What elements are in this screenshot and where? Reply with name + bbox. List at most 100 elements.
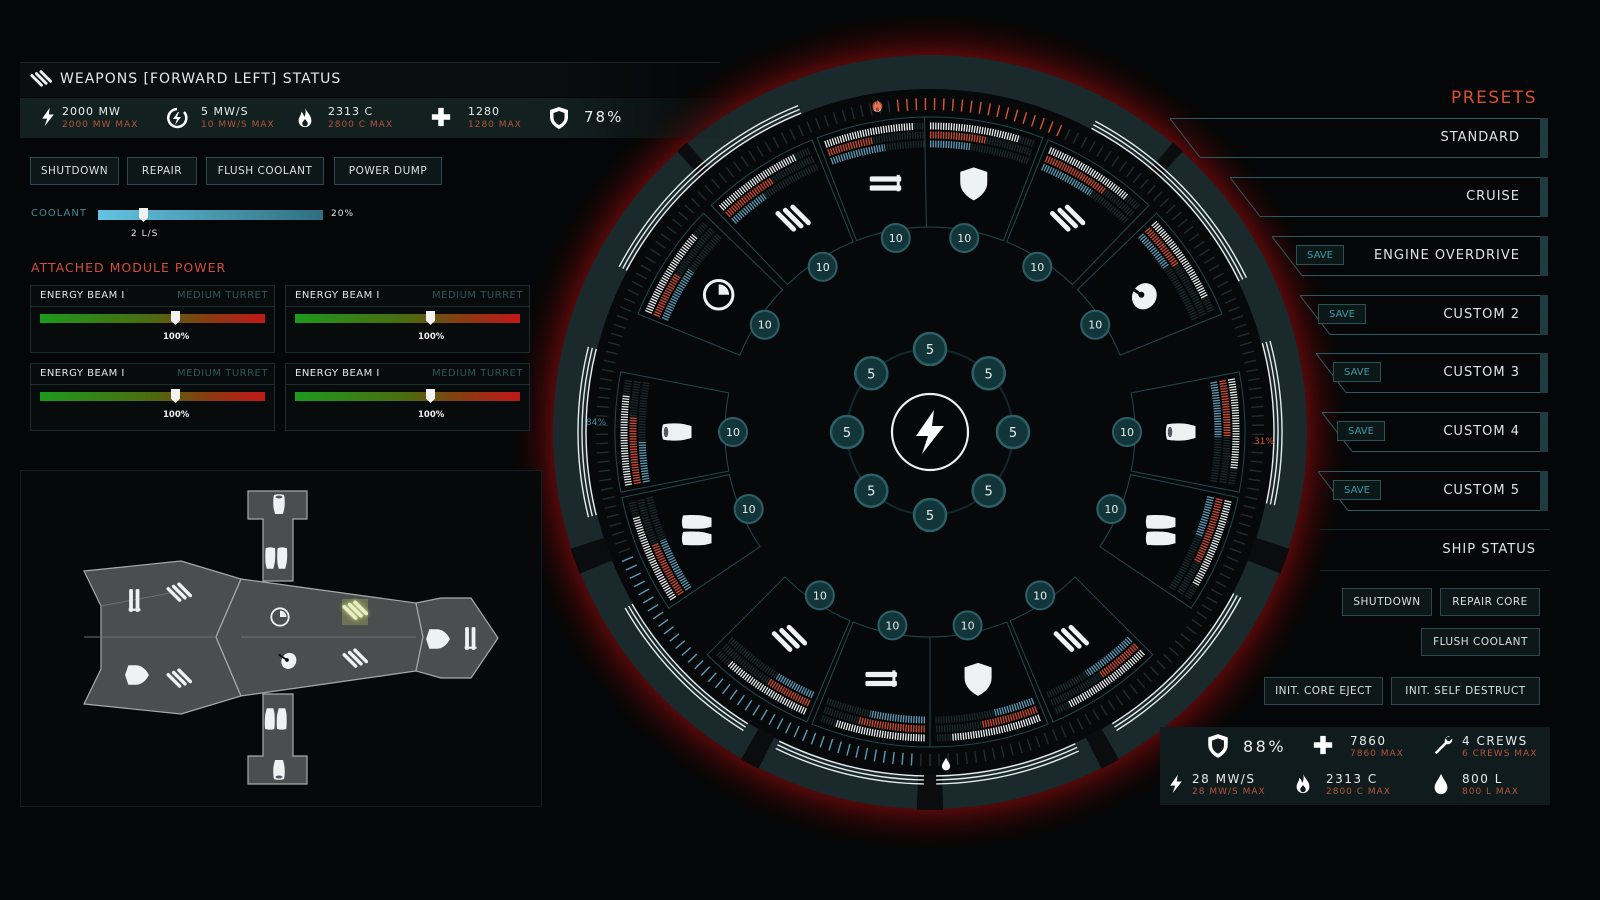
gauge-tick: [942, 98, 945, 111]
stat-value: 2000 MW: [62, 105, 121, 118]
module-power-value: 10: [1104, 503, 1118, 516]
stat-value: 7860: [1350, 734, 1387, 748]
wrench-icon: [1432, 734, 1454, 756]
shutdown-button[interactable]: SHUTDOWN: [30, 157, 119, 185]
ship-shutdown-button[interactable]: SHUTDOWN: [1342, 588, 1432, 616]
module-power-value: 10: [1033, 589, 1047, 602]
coolant-slider[interactable]: [98, 208, 323, 222]
stat-max: 1280 MAX: [468, 120, 522, 130]
plus-icon: [430, 106, 452, 128]
save-preset-button[interactable]: SAVE: [1318, 304, 1366, 324]
shield-icon: [1205, 733, 1231, 759]
stat-value: 28 MW/S: [1192, 772, 1256, 786]
slider-thumb[interactable]: [426, 389, 435, 403]
repair-core-button[interactable]: REPAIR CORE: [1440, 588, 1540, 616]
core-node-value[interactable]: 5: [867, 485, 875, 500]
stat-max: 2800 C MAX: [328, 120, 393, 130]
preset-custom-4[interactable]: SAVE CUSTOM 4: [1322, 412, 1542, 452]
core-node-value[interactable]: 5: [1009, 426, 1017, 441]
preset-custom-2[interactable]: SAVE CUSTOM 2: [1300, 295, 1542, 335]
module-power-value: 100%: [418, 332, 445, 342]
save-preset-button[interactable]: SAVE: [1296, 245, 1344, 265]
slider-thumb[interactable]: [426, 311, 435, 325]
gauge-tick: [596, 405, 610, 408]
module-power-slider[interactable]: [295, 311, 520, 325]
module-type: MEDIUM TURRET: [432, 290, 523, 301]
preset-custom-5[interactable]: SAVE CUSTOM 5: [1318, 471, 1542, 511]
preset-standard[interactable]: STANDARD: [1170, 118, 1542, 158]
module-type: MEDIUM TURRET: [177, 368, 268, 379]
weapons-panel-header: WEAPONS [FORWARD LEFT] STATUS: [20, 62, 720, 97]
shield-value: 78%: [584, 108, 624, 126]
coolant-rate: 2 L/S: [131, 229, 159, 239]
gauge-tick: [596, 414, 609, 417]
module-power-value: 10: [1030, 261, 1044, 274]
core-node-value[interactable]: 5: [926, 343, 934, 358]
module-power-slider[interactable]: [40, 311, 265, 325]
module-power-slider[interactable]: [40, 389, 265, 403]
stat-max: 7860 MAX: [1350, 749, 1404, 759]
preset-custom-3[interactable]: SAVE CUSTOM 3: [1316, 353, 1542, 393]
heat-gauge-marker: [872, 101, 883, 112]
coolant-slider-thumb[interactable]: [139, 208, 148, 222]
stat-value: 1280: [468, 105, 500, 118]
stat-value: 2313 C: [328, 105, 374, 118]
repair-button[interactable]: REPAIR: [127, 157, 197, 185]
module-power-value: 10: [889, 232, 903, 245]
preset-label: CRUISE: [1466, 189, 1520, 204]
slider-thumb[interactable]: [171, 389, 180, 403]
core-node-value[interactable]: 5: [985, 367, 993, 382]
gauge-tick: [596, 451, 609, 454]
module-card: ENERGY BEAM I MEDIUM TURRET 100%: [285, 363, 530, 431]
module-name: ENERGY BEAM I: [295, 290, 380, 301]
init-self-destruct-button[interactable]: INIT. SELF DESTRUCT: [1391, 677, 1540, 705]
module-power-title: ATTACHED MODULE POWER: [31, 260, 227, 275]
module-power-value: 10: [813, 589, 827, 602]
plus-icon: [1312, 734, 1334, 756]
thruster-icon: [661, 423, 692, 441]
core-node-value[interactable]: 5: [926, 509, 934, 524]
preset-accent-bar: [1540, 118, 1548, 158]
power-dump-button[interactable]: POWER DUMP: [334, 157, 442, 185]
shield-value: 88%: [1243, 737, 1287, 756]
ship-flush-coolant-button[interactable]: FLUSH COOLANT: [1421, 628, 1540, 656]
right-gauge-label: 31%: [1254, 437, 1274, 447]
module-power-value: 10: [957, 232, 971, 245]
ring-gap: [570, 537, 613, 574]
core-node-value[interactable]: 5: [843, 426, 851, 441]
module-power-slider[interactable]: [295, 389, 520, 403]
ship-status-title: SHIP STATUS: [1442, 542, 1536, 557]
thruster-icon: [273, 494, 285, 514]
module-power-value: 10: [816, 261, 830, 274]
slider-thumb[interactable]: [171, 311, 180, 325]
stat-value: 2313 C: [1326, 772, 1378, 786]
module-power-value: 10: [961, 619, 975, 632]
save-preset-button[interactable]: SAVE: [1333, 362, 1381, 382]
flush-coolant-button[interactable]: FLUSH COOLANT: [206, 157, 324, 185]
core-node-value[interactable]: 5: [985, 485, 993, 500]
coolant-percent: 20%: [331, 209, 355, 219]
gauge-tick: [906, 98, 909, 111]
flame-icon: [1292, 772, 1314, 796]
preset-accent-bar: [1540, 412, 1548, 452]
save-preset-button[interactable]: SAVE: [1333, 480, 1381, 500]
save-preset-button[interactable]: SAVE: [1337, 421, 1385, 441]
drop-icon: [1430, 772, 1452, 796]
preset-label: CUSTOM 3: [1443, 365, 1520, 380]
stat-max: 2000 MW MAX: [62, 120, 139, 130]
stat-value: 800 L: [1462, 772, 1503, 786]
bolt-icon: [38, 106, 58, 128]
core-node-value[interactable]: 5: [867, 367, 875, 382]
preset-cruise[interactable]: CRUISE: [1230, 177, 1542, 217]
ring-gap: [677, 142, 711, 178]
shield-icon: [547, 106, 571, 130]
init-core-eject-button[interactable]: INIT. CORE EJECT: [1264, 677, 1383, 705]
preset-engine-overdrive[interactable]: SAVE ENGINE OVERDRIVE: [1272, 236, 1542, 276]
module-card: ENERGY BEAM I MEDIUM TURRET 100%: [30, 363, 275, 431]
stat-value: 4 CREWS: [1462, 734, 1528, 748]
stat-max: 800 L MAX: [1462, 787, 1520, 797]
gauge-tick: [915, 98, 918, 111]
ring-gap: [741, 728, 775, 769]
module-power-value: 10: [1120, 426, 1134, 439]
stat-max: 2800 C MAX: [1326, 787, 1391, 797]
